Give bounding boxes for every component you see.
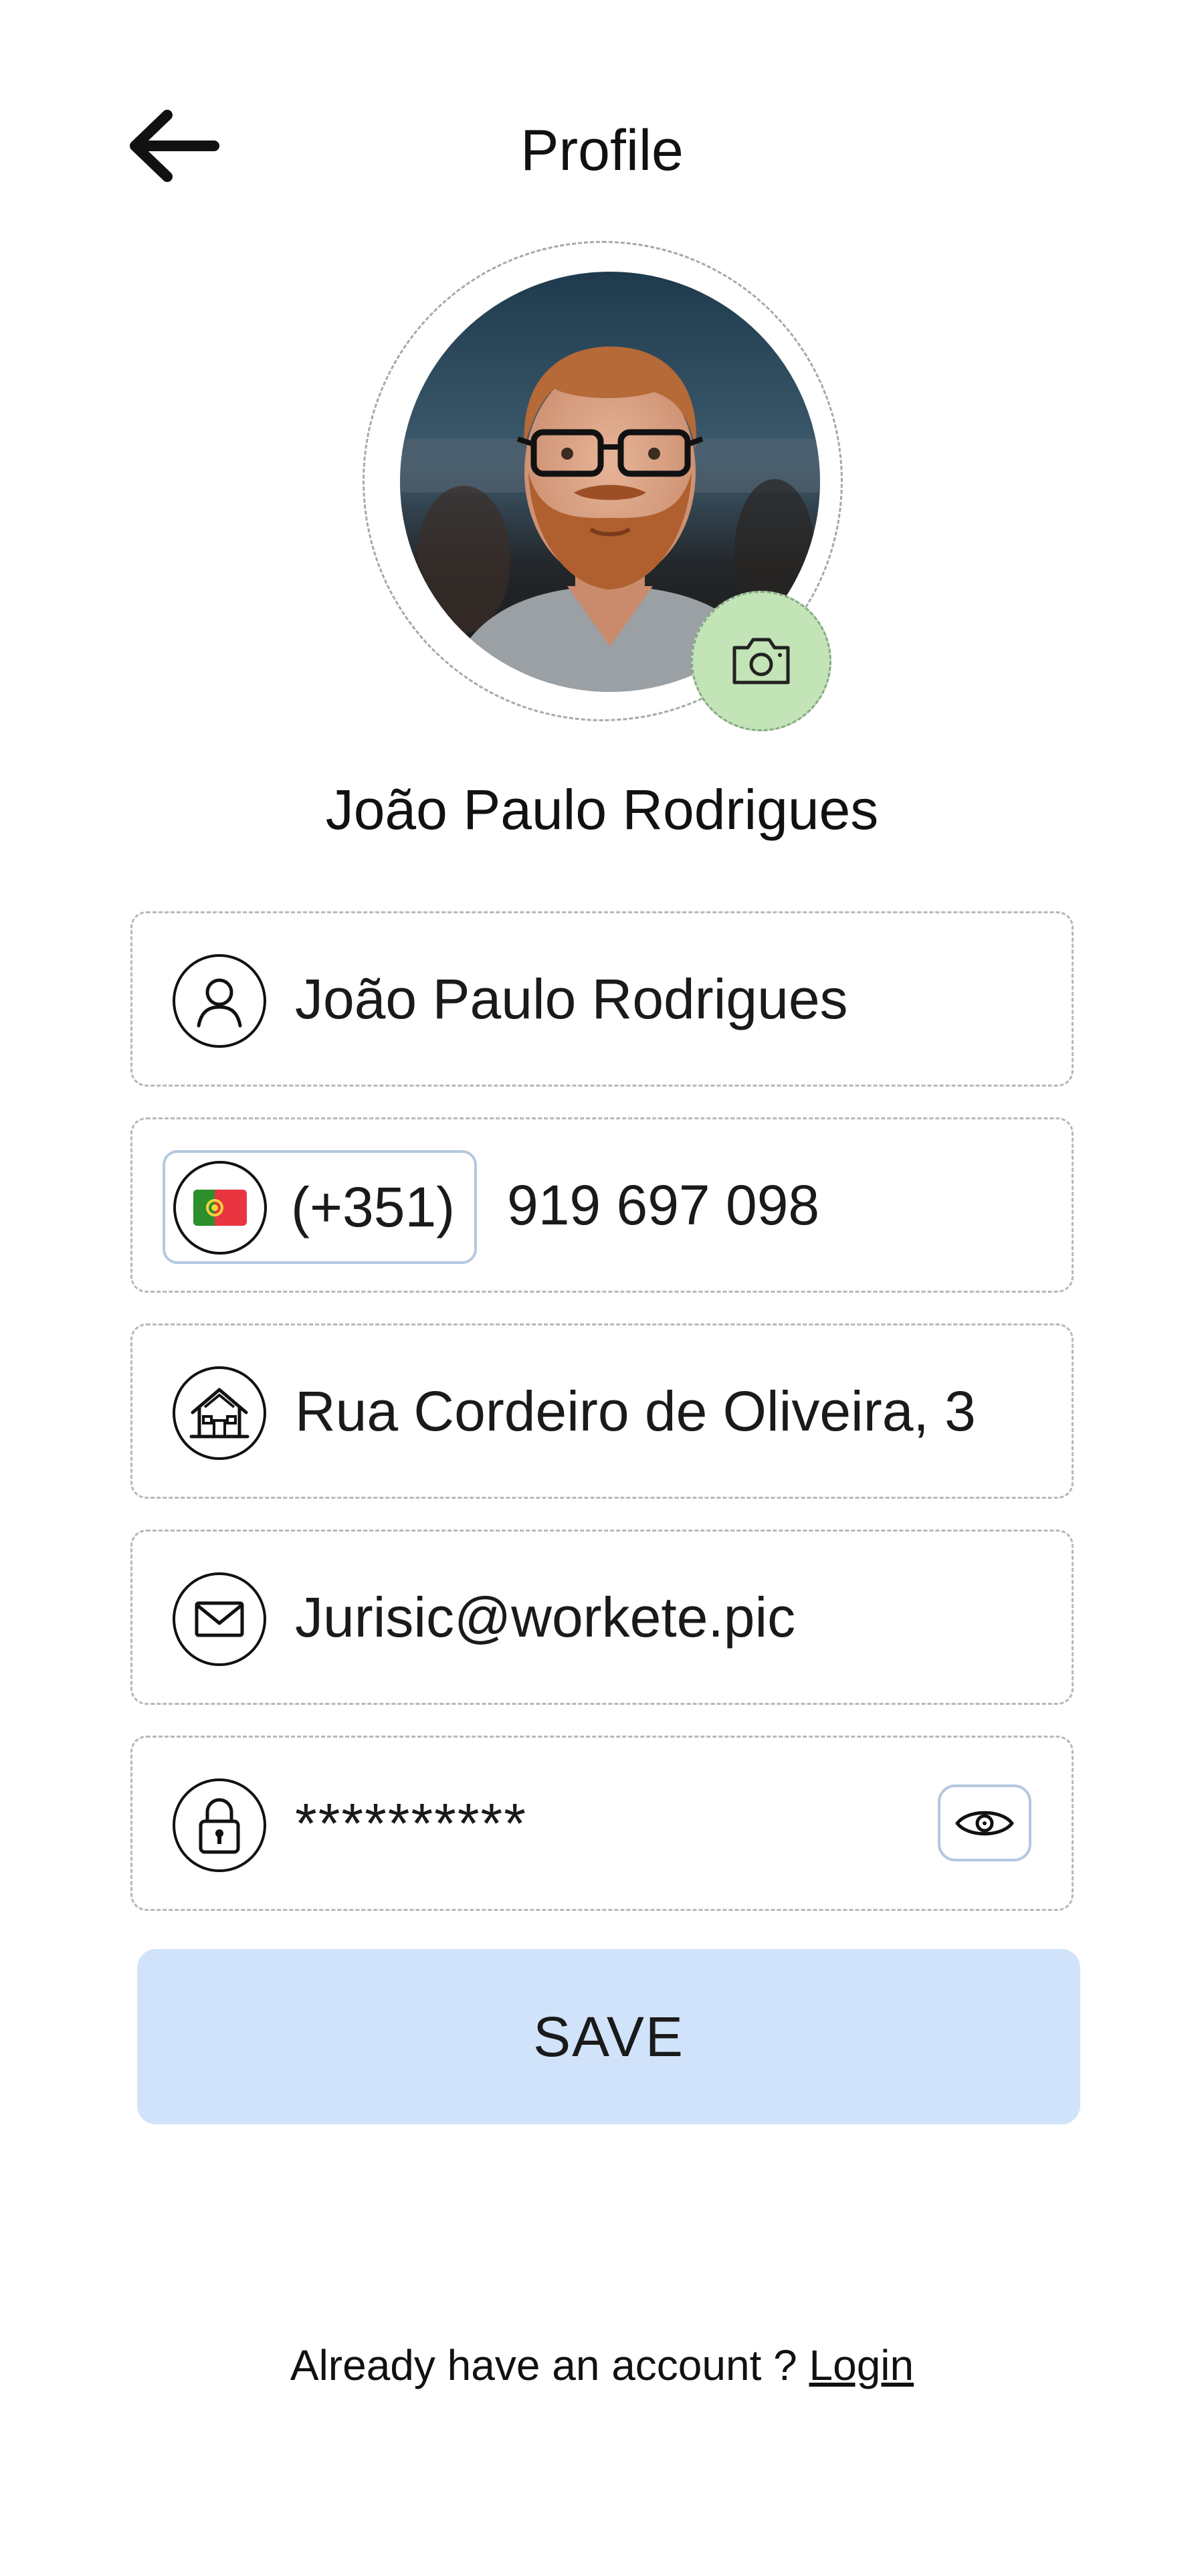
- toggle-password-button[interactable]: [938, 1784, 1031, 1861]
- address-field[interactable]: Rua Cordeiro de Oliveira, 3: [130, 1323, 1074, 1499]
- name-value: João Paulo Rodrigues: [295, 967, 848, 1030]
- house-icon: [173, 1366, 266, 1460]
- phone-value: 919 697 098: [507, 1173, 820, 1236]
- country-code-select[interactable]: (+351): [163, 1150, 477, 1264]
- address-value: Rua Cordeiro de Oliveira, 3: [295, 1379, 976, 1443]
- country-code-label: (+351): [291, 1175, 456, 1238]
- email-field[interactable]: Jurisic@workete.pic: [130, 1530, 1074, 1705]
- email-value: Jurisic@workete.pic: [295, 1585, 796, 1649]
- profile-name: João Paulo Rodrigues: [325, 778, 879, 841]
- user-icon: [173, 954, 266, 1048]
- password-value: **********: [295, 1791, 527, 1855]
- name-field[interactable]: João Paulo Rodrigues: [130, 911, 1074, 1087]
- change-photo-button[interactable]: [691, 591, 831, 731]
- envelope-icon: [173, 1572, 266, 1666]
- login-prompt-text: Already have an account ?: [290, 2341, 797, 2389]
- phone-field[interactable]: (+351) 919 697 098: [130, 1117, 1074, 1293]
- portugal-flag-icon: [173, 1161, 267, 1255]
- page-title: Profile: [520, 118, 684, 183]
- save-button[interactable]: SAVE: [137, 1949, 1080, 2124]
- lock-icon: [173, 1778, 266, 1872]
- login-prompt: Already have an account ? Login: [0, 2335, 1204, 2395]
- password-field[interactable]: **********: [130, 1736, 1074, 1911]
- login-link[interactable]: Login: [809, 2341, 914, 2389]
- camera-icon: [732, 638, 790, 684]
- eye-icon: [955, 1811, 1014, 1835]
